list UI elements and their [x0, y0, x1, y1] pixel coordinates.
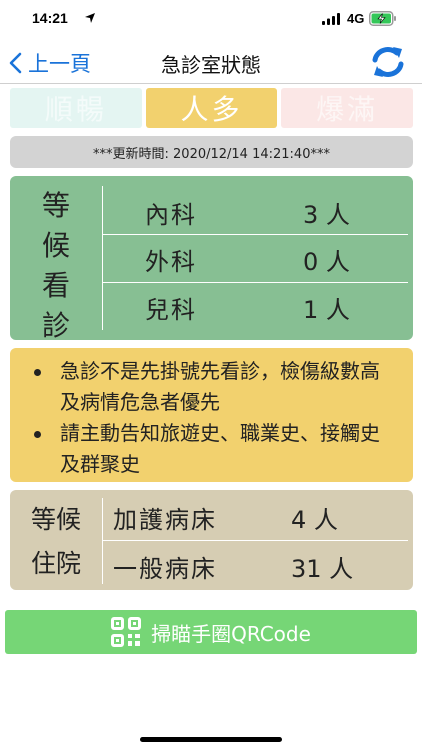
label-line: 住院 — [30, 549, 81, 578]
battery-charging-icon — [369, 11, 396, 26]
page-title: 急診室狀態 — [161, 53, 261, 77]
network-type: 4G — [347, 11, 365, 26]
department-count: 1 人 — [303, 295, 350, 324]
department-count: 3 人 — [303, 200, 350, 229]
waiting-admission-panel: 等候 住院 加護病床 4 人 一般病床 31 人 — [10, 490, 413, 590]
crowd-level-full: 爆滿 — [281, 88, 414, 128]
home-indicator[interactable] — [140, 737, 282, 742]
department-row-internal: 內科 3 人 — [103, 188, 408, 236]
crowd-level-indicator: 順暢 人多 爆滿 — [10, 88, 414, 128]
bed-type: 加護病床 — [113, 505, 217, 534]
department-row-pediatrics: 兒科 1 人 — [103, 283, 408, 331]
label-line: 等候 — [30, 505, 81, 534]
bed-type: 一般病床 — [113, 554, 217, 583]
label-char: 候 — [41, 229, 70, 262]
refresh-icon[interactable] — [370, 45, 406, 79]
notice-panel: 急診不是先掛號先看診，檢傷級數高及病情危急者優先 請主動告知旅遊史、職業史、接觸… — [10, 348, 413, 482]
label-char: 等 — [41, 189, 70, 222]
crowd-level-smooth: 順暢 — [10, 88, 142, 128]
update-time-banner: ***更新時間: 2020/12/14 14:21:40*** — [10, 136, 413, 168]
waiting-treatment-panel: 等 候 看 診 內科 3 人 外科 0 人 兒科 1 人 — [10, 176, 413, 342]
notice-item: 急診不是先掛號先看診，檢傷級數高及病情危急者優先 — [24, 356, 399, 418]
location-arrow-icon — [85, 13, 95, 23]
waiting-treatment-label: 等 候 看 診 — [10, 184, 102, 342]
bed-count: 31 人 — [291, 554, 354, 583]
notice-item: 請主動告知旅遊史、職業史、接觸史及群聚史 — [24, 418, 399, 480]
label-char: 看 — [41, 269, 70, 302]
crowd-level-busy: 人多 — [145, 88, 278, 128]
waiting-admission-label: 等候 住院 — [10, 500, 102, 580]
scan-qrcode-button[interactable]: 掃瞄手圈QRCode — [5, 610, 417, 654]
bed-row-icu: 加護病床 4 人 — [103, 492, 408, 542]
notice-list: 急診不是先掛號先看診，檢傷級數高及病情危急者優先 請主動告知旅遊史、職業史、接觸… — [24, 356, 399, 480]
navigation-bar: 上一頁 急診室狀態 — [0, 40, 422, 84]
department-name: 外科 — [145, 247, 197, 276]
department-row-surgery: 外科 0 人 — [103, 235, 408, 283]
status-time: 14:21 — [32, 10, 68, 26]
status-bar: 14:21 4G — [0, 0, 422, 40]
label-char: 診 — [41, 309, 70, 342]
bed-row-general: 一般病床 31 人 — [103, 541, 408, 591]
department-name: 兒科 — [145, 295, 197, 324]
department-count: 0 人 — [303, 247, 350, 276]
scan-qrcode-label: 掃瞄手圈QRCode — [151, 621, 311, 646]
qr-code-icon — [111, 617, 142, 647]
bed-count: 4 人 — [291, 505, 338, 534]
department-name: 內科 — [145, 200, 197, 229]
cellular-signal-icon — [322, 13, 340, 25]
